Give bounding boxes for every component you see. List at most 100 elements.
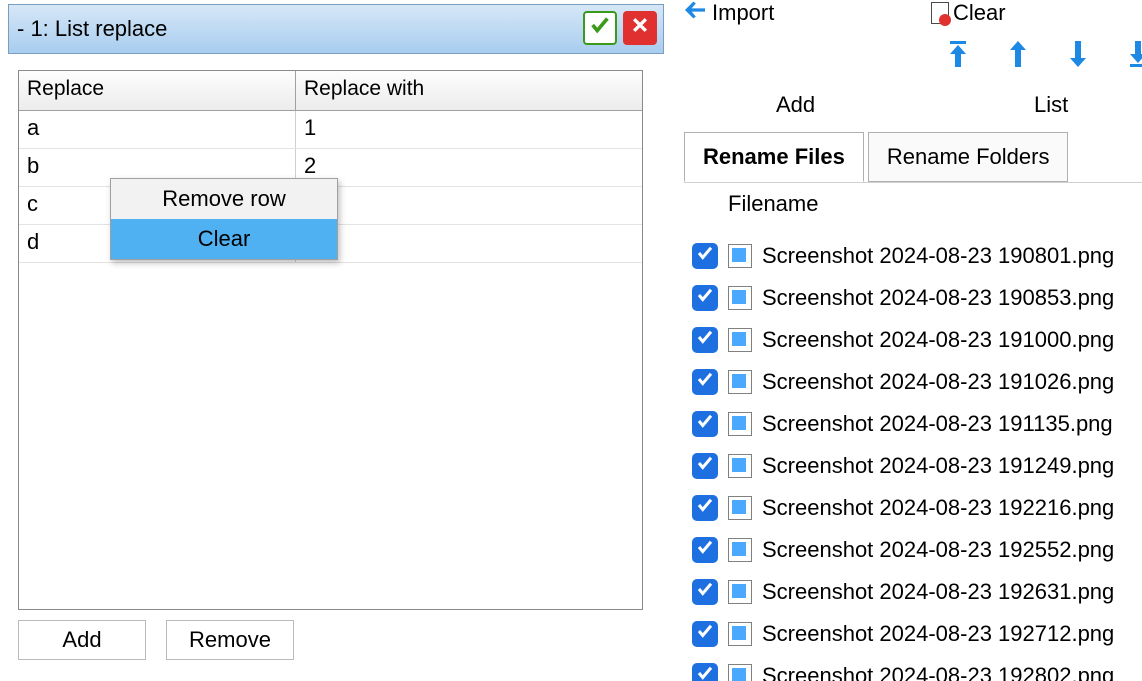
context-menu: Remove row Clear xyxy=(110,178,338,260)
add-section-label: Add xyxy=(776,92,815,118)
dialog-titlebar[interactable]: - 1: List replace xyxy=(8,4,664,54)
arrow-bottom-icon xyxy=(1126,39,1142,75)
dialog-bottom-buttons: Add Remove xyxy=(18,620,294,660)
image-file-icon xyxy=(728,664,752,681)
file-row[interactable]: Screenshot 2024-08-23 190853.png xyxy=(684,277,1142,319)
arrow-top-icon xyxy=(946,39,970,75)
check-icon xyxy=(696,538,714,562)
tab-rename-folders[interactable]: Rename Folders xyxy=(868,132,1069,182)
file-row[interactable]: Screenshot 2024-08-23 190801.png xyxy=(684,235,1142,277)
import-button[interactable]: Import xyxy=(684,0,774,26)
file-checkbox[interactable] xyxy=(692,369,718,395)
check-icon xyxy=(696,580,714,604)
file-row[interactable]: Screenshot 2024-08-23 192631.png xyxy=(684,571,1142,613)
clear-icon xyxy=(931,2,949,24)
replace-table[interactable]: Replace Replace with a 1 b 2 c d xyxy=(18,70,643,610)
file-name: Screenshot 2024-08-23 191000.png xyxy=(762,327,1114,353)
check-icon xyxy=(696,412,714,436)
right-panel: Import Clear Add List Rename Files Renam… xyxy=(676,0,1142,681)
image-file-icon xyxy=(728,286,752,310)
file-name: Screenshot 2024-08-23 191135.png xyxy=(762,411,1113,437)
table-row[interactable]: a 1 xyxy=(19,111,642,149)
file-row[interactable]: Screenshot 2024-08-23 192552.png xyxy=(684,529,1142,571)
clear-list-button[interactable]: Clear xyxy=(931,0,1006,26)
file-row[interactable]: Screenshot 2024-08-23 192712.png xyxy=(684,613,1142,655)
list-replace-dialog: - 1: List replace xyxy=(8,4,664,48)
check-icon xyxy=(696,328,714,352)
tab-rename-files[interactable]: Rename Files xyxy=(684,132,864,182)
check-icon xyxy=(696,454,714,478)
check-icon xyxy=(589,14,611,42)
check-icon xyxy=(696,286,714,310)
top-toolbar: Import Clear xyxy=(676,0,1142,30)
titlebar-buttons xyxy=(583,11,657,45)
file-row[interactable]: Screenshot 2024-08-23 192216.png xyxy=(684,487,1142,529)
ctx-remove-row[interactable]: Remove row xyxy=(111,179,337,219)
image-file-icon xyxy=(728,622,752,646)
image-file-icon xyxy=(728,370,752,394)
file-list[interactable]: Screenshot 2024-08-23 190801.pngScreensh… xyxy=(684,235,1142,681)
reorder-arrows xyxy=(944,40,1142,74)
image-file-icon xyxy=(728,328,752,352)
image-file-icon xyxy=(728,244,752,268)
filename-column-header[interactable]: Filename xyxy=(728,191,818,217)
dialog-title: - 1: List replace xyxy=(17,16,167,42)
file-row[interactable]: Screenshot 2024-08-23 191000.png xyxy=(684,319,1142,361)
arrow-down-icon xyxy=(1066,39,1090,75)
file-name: Screenshot 2024-08-23 192552.png xyxy=(762,537,1114,563)
file-name: Screenshot 2024-08-23 192712.png xyxy=(762,621,1114,647)
move-bottom-button[interactable] xyxy=(1124,40,1142,74)
cell-with[interactable]: 2 xyxy=(296,149,642,186)
image-file-icon xyxy=(728,580,752,604)
col-header-replace-with[interactable]: Replace with xyxy=(296,71,642,110)
image-file-icon xyxy=(728,454,752,478)
file-name: Screenshot 2024-08-23 192216.png xyxy=(762,495,1114,521)
file-name: Screenshot 2024-08-23 192802.png xyxy=(762,663,1114,681)
check-icon xyxy=(696,496,714,520)
file-checkbox[interactable] xyxy=(692,327,718,353)
file-checkbox[interactable] xyxy=(692,537,718,563)
image-file-icon xyxy=(728,496,752,520)
add-row-button[interactable]: Add xyxy=(18,620,146,660)
arrow-up-icon xyxy=(1006,39,1030,75)
check-icon xyxy=(696,622,714,646)
move-top-button[interactable] xyxy=(944,40,972,74)
move-up-button[interactable] xyxy=(1004,40,1032,74)
close-button[interactable] xyxy=(623,11,657,45)
image-file-icon xyxy=(728,412,752,436)
file-checkbox[interactable] xyxy=(692,411,718,437)
file-checkbox[interactable] xyxy=(692,285,718,311)
import-label: Import xyxy=(712,0,774,26)
cell-with[interactable] xyxy=(296,225,642,262)
file-checkbox[interactable] xyxy=(692,243,718,269)
list-section-label: List xyxy=(1034,92,1068,118)
file-checkbox[interactable] xyxy=(692,663,718,681)
cell-with[interactable] xyxy=(296,187,642,224)
cell-replace[interactable]: a xyxy=(19,111,296,148)
file-checkbox[interactable] xyxy=(692,495,718,521)
accept-button[interactable] xyxy=(583,11,617,45)
ctx-clear[interactable]: Clear xyxy=(111,219,337,259)
check-icon xyxy=(696,664,714,681)
file-row[interactable]: Screenshot 2024-08-23 192802.png xyxy=(684,655,1142,681)
move-down-button[interactable] xyxy=(1064,40,1092,74)
close-icon xyxy=(630,15,650,41)
file-name: Screenshot 2024-08-23 191249.png xyxy=(762,453,1114,479)
check-icon xyxy=(696,370,714,394)
cell-with[interactable]: 1 xyxy=(296,111,642,148)
file-row[interactable]: Screenshot 2024-08-23 191026.png xyxy=(684,361,1142,403)
table-header: Replace Replace with xyxy=(19,71,642,111)
file-name: Screenshot 2024-08-23 192631.png xyxy=(762,579,1114,605)
file-row[interactable]: Screenshot 2024-08-23 191249.png xyxy=(684,445,1142,487)
file-row[interactable]: Screenshot 2024-08-23 191135.png xyxy=(684,403,1142,445)
remove-row-button[interactable]: Remove xyxy=(166,620,294,660)
file-checkbox[interactable] xyxy=(692,579,718,605)
file-checkbox[interactable] xyxy=(692,453,718,479)
file-checkbox[interactable] xyxy=(692,621,718,647)
check-icon xyxy=(696,244,714,268)
arrow-left-icon xyxy=(684,0,706,26)
file-name: Screenshot 2024-08-23 191026.png xyxy=(762,369,1114,395)
col-header-replace[interactable]: Replace xyxy=(19,71,296,110)
image-file-icon xyxy=(728,538,752,562)
file-list-area: Filename Screenshot 2024-08-23 190801.pn… xyxy=(684,182,1142,681)
